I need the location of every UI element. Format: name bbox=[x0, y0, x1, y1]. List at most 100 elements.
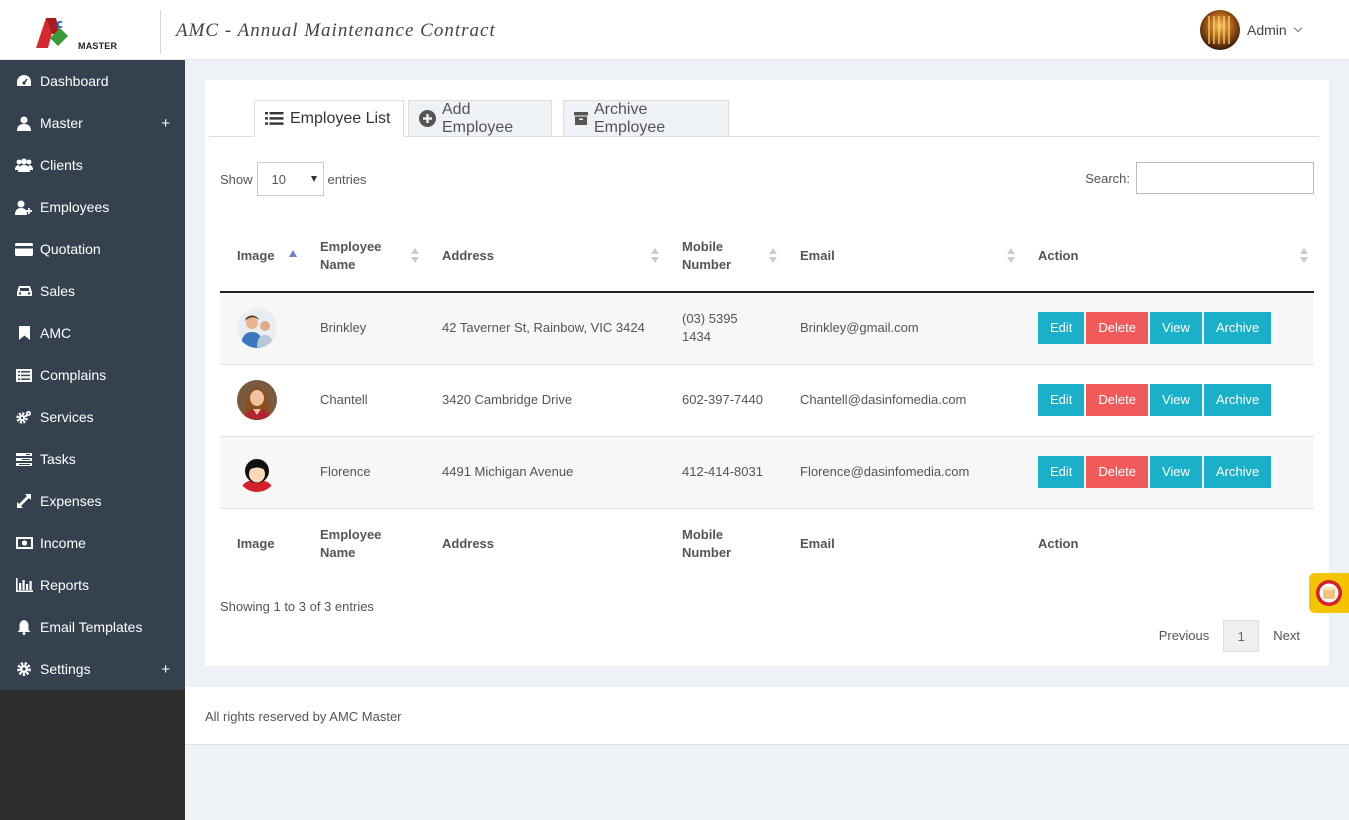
delete-button[interactable]: Delete bbox=[1086, 456, 1148, 488]
logo-text: MASTER bbox=[78, 41, 118, 51]
header-label: Action bbox=[1038, 247, 1079, 263]
sidebar-item-expenses[interactable]: Expenses bbox=[0, 480, 185, 522]
employee-name-cell: Chantell bbox=[320, 392, 368, 407]
header-label: Address bbox=[442, 247, 495, 263]
sidebar-item-quotation[interactable]: Quotation bbox=[0, 228, 185, 270]
employee-name-cell: Florence bbox=[320, 464, 371, 479]
sidebar-item-settings[interactable]: Settings + bbox=[0, 648, 185, 690]
expand-plus-icon[interactable]: + bbox=[161, 115, 170, 132]
user-menu[interactable]: Admin bbox=[1200, 10, 1302, 50]
table-row: Florence 4491 Michigan Avenue 412-414-80… bbox=[220, 436, 1314, 508]
archive-button[interactable]: Archive bbox=[1203, 312, 1272, 345]
money-icon bbox=[15, 535, 33, 551]
sidebar-item-clients[interactable]: Clients bbox=[0, 144, 185, 186]
sidebar-item-amc[interactable]: AMC bbox=[0, 312, 185, 354]
sort-icon bbox=[411, 248, 419, 264]
sidebar-item-tasks[interactable]: Tasks bbox=[0, 438, 185, 480]
mobile-line: 412-414-8031 bbox=[682, 464, 763, 479]
tab-archive-employee[interactable]: Archive Employee bbox=[563, 100, 729, 137]
list-icon bbox=[15, 367, 33, 383]
search-input[interactable] bbox=[1136, 162, 1314, 194]
action-cell: Edit Delete View Archive bbox=[1021, 292, 1314, 364]
delete-button[interactable]: Delete bbox=[1086, 312, 1148, 345]
edit-button[interactable]: Edit bbox=[1038, 312, 1085, 345]
floating-widget-button[interactable] bbox=[1309, 573, 1349, 613]
tab-add-employee[interactable]: Add Employee bbox=[408, 100, 552, 137]
page-footer: All rights reserved by AMC Master bbox=[185, 687, 1349, 745]
sidebar-item-employees[interactable]: Employees bbox=[0, 186, 185, 228]
header-label: Mobile bbox=[682, 527, 724, 543]
archive-button[interactable]: Archive bbox=[1203, 384, 1272, 416]
entries-select[interactable]: 10 bbox=[256, 162, 324, 196]
column-header-email[interactable]: Email bbox=[783, 220, 1021, 292]
image-cell bbox=[220, 292, 303, 364]
edit-button[interactable]: Edit bbox=[1038, 456, 1085, 488]
employee-table: Image Employee Name Address Mobile Numbe… bbox=[220, 220, 1314, 580]
search-label: Search: bbox=[1085, 170, 1130, 186]
tasks-icon bbox=[15, 451, 33, 467]
sidebar-item-dashboard[interactable]: Dashboard bbox=[0, 60, 185, 102]
image-cell bbox=[220, 364, 303, 436]
chevron-down-icon[interactable] bbox=[1293, 23, 1302, 33]
tab-employee-list[interactable]: Employee List bbox=[254, 100, 404, 137]
column-header-action[interactable]: Action bbox=[1021, 220, 1314, 292]
edit-button[interactable]: Edit bbox=[1038, 384, 1085, 416]
column-header-mobile-number[interactable]: Mobile Number bbox=[665, 220, 783, 292]
sidebar-item-complains[interactable]: Complains bbox=[0, 354, 185, 396]
action-cell: Edit Delete View Archive bbox=[1021, 436, 1314, 508]
app-title: AMC - Annual Maintenance Contract bbox=[176, 20, 496, 41]
archive-button[interactable]: Archive bbox=[1203, 456, 1272, 488]
view-button[interactable]: View bbox=[1149, 456, 1202, 488]
sidebar-item-master[interactable]: Master + bbox=[0, 102, 185, 144]
previous-page-button[interactable]: Previous bbox=[1145, 620, 1224, 652]
app-logo[interactable]: c MASTER bbox=[30, 12, 120, 56]
entries-label: entries bbox=[327, 171, 367, 187]
sidebar-item-reports[interactable]: Reports bbox=[0, 564, 185, 606]
sidebar-item-income[interactable]: Income bbox=[0, 522, 185, 564]
footer-header-email: Email bbox=[800, 536, 835, 552]
expand-plus-icon[interactable]: + bbox=[161, 661, 170, 678]
mobile-cell: (03) 5395 1434 bbox=[665, 292, 783, 364]
user-name[interactable]: Admin bbox=[1247, 22, 1287, 38]
header-label: Name bbox=[320, 256, 356, 272]
caret-down-icon bbox=[310, 176, 317, 182]
page-button-current[interactable]: 1 bbox=[1223, 620, 1260, 652]
next-page-button[interactable]: Next bbox=[1259, 620, 1314, 652]
user-plus-icon bbox=[15, 199, 33, 215]
copyright-text: All rights reserved by AMC Master bbox=[205, 709, 402, 724]
logo-mark-icon: c bbox=[36, 17, 68, 48]
employee-avatar bbox=[237, 380, 277, 420]
mobile-cell: 602-397-7440 bbox=[665, 364, 783, 436]
sidebar-item-email-templates[interactable]: Email Templates bbox=[0, 606, 185, 648]
header-label: Image bbox=[237, 247, 275, 263]
sort-icon bbox=[651, 248, 659, 264]
footer-header-mobile-number: Mobile Number bbox=[665, 508, 783, 580]
sidebar-item-sales[interactable]: Sales bbox=[0, 270, 185, 312]
show-label: Show bbox=[220, 171, 253, 187]
mobile-line: (03) 5395 bbox=[682, 311, 738, 327]
view-button[interactable]: View bbox=[1149, 384, 1202, 416]
delete-button[interactable]: Delete bbox=[1086, 384, 1148, 416]
header-label: Name bbox=[320, 545, 356, 561]
cogs-icon bbox=[15, 409, 33, 425]
svg-text:c: c bbox=[56, 17, 63, 31]
sidebar-item-label: Sales bbox=[40, 283, 76, 299]
sidebar-item-label: Reports bbox=[40, 577, 90, 593]
sidebar-item-label: Services bbox=[40, 409, 94, 425]
address-cell: 3420 Cambridge Drive bbox=[442, 392, 573, 407]
column-header-image[interactable]: Image bbox=[220, 220, 303, 292]
column-header-employee-name[interactable]: Employee Name bbox=[303, 220, 425, 292]
user-avatar[interactable] bbox=[1200, 10, 1240, 50]
header-divider bbox=[160, 10, 161, 54]
mobile-line: 602-397-7440 bbox=[682, 392, 763, 407]
employee-name-cell: Brinkley bbox=[320, 320, 367, 336]
sidebar-item-label: Employees bbox=[40, 199, 110, 215]
expand-icon bbox=[15, 493, 33, 509]
bookmark-icon bbox=[15, 325, 33, 341]
tab-label: Employee List bbox=[290, 109, 391, 127]
footer-header-address: Address bbox=[442, 536, 495, 552]
column-header-address[interactable]: Address bbox=[425, 220, 665, 292]
sidebar-item-services[interactable]: Services bbox=[0, 396, 185, 438]
list-icon bbox=[265, 111, 284, 126]
view-button[interactable]: View bbox=[1149, 312, 1202, 345]
